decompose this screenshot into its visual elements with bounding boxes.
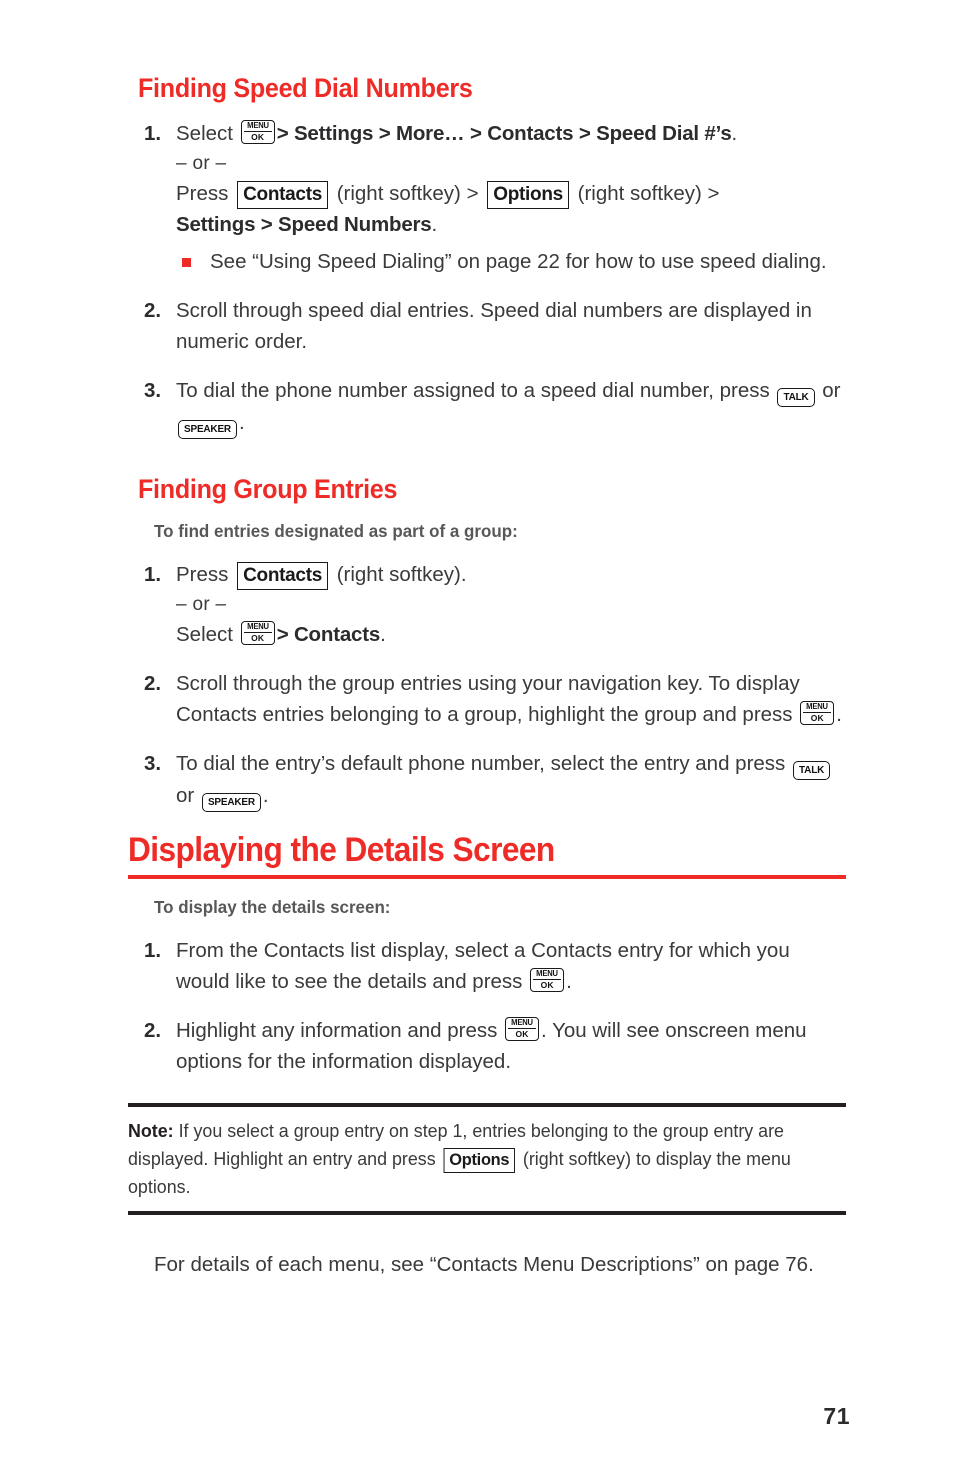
or-label: or [822,379,841,402]
step-text: Scroll through the group entries using y… [176,672,842,726]
step3-period: . [238,411,245,434]
step-item: 2. Scroll through the group entries usin… [128,668,846,730]
step-item: 3. To dial the entry’s default phone num… [128,748,846,812]
path-period: . [731,122,738,145]
menu-ok-key-icon: MENU OK [240,120,275,144]
step2-text-a: Highlight any information and press [176,1019,498,1042]
step-item: 1. From the Contacts list display, selec… [128,935,846,997]
select-label: Select [176,122,233,145]
closing-paragraph: For details of each menu, see “Contacts … [154,1253,814,1276]
path-b-period: . [431,213,438,236]
steps-list-details-screen: 1. From the Contacts list display, selec… [128,935,846,1077]
step-item: 1. Select MENU OK > Settings > More… > Con… [128,118,846,277]
section-heading-finding-group-entries: Finding Group Entries [138,474,398,504]
page-number: 71 [823,1403,850,1429]
subheading-find-group-entries: To find entries designated as part of a … [154,521,518,541]
talk-key-icon: TALK [793,761,831,780]
step1-period: . [566,970,572,993]
step2-period: . [836,703,842,726]
step-text: Press Contacts (right softkey). [176,562,467,590]
title-rule [128,875,846,879]
speaker-key-icon: SPEAKER [201,793,261,812]
menu-ok-key-icon: MENU OK [800,701,835,725]
or-label: or [176,784,195,807]
softkey-contacts[interactable]: Contacts [237,181,328,209]
step3-period: . [262,784,269,807]
step-number: 2. [144,1019,162,1042]
alt-instruction: Select MENU OK > Contacts. [176,619,846,650]
menu-ok-key-icon: MENU OK [530,968,565,992]
section-heading-finding-speed-dial-numbers: Finding Speed Dial Numbers [138,73,473,103]
step-number: 2. [144,299,162,322]
steps-list-group-entries: 1. Press Contacts (right softkey). – or … [128,559,846,812]
square-bullet-icon [182,258,191,267]
step-number: 1. [144,939,162,962]
step-item: 2. Highlight any information and press M… [128,1015,846,1077]
path-period: . [380,623,386,646]
step-text: Highlight any information and press MENU… [176,1017,807,1073]
right-softkey-note-1: (right softkey) > [336,182,479,205]
softkey-options[interactable]: Options [487,181,569,209]
sub-bullet-text: See “Using Speed Dialing” on page 22 for… [210,250,827,273]
menu-path: > Contacts [276,623,381,646]
manual-page: Finding Speed Dial Numbers 1. Select MEN… [0,0,954,1484]
note-label: Note: [128,1120,174,1141]
page-content: Finding Speed Dial Numbers 1. Select MEN… [128,72,846,1280]
step-text: From the Contacts list display, select a… [176,939,790,993]
menu-ok-key-icon: MENU OK [505,1017,540,1041]
press-label: Press [176,563,229,586]
steps-list-speed-dial: 1. Select MENU OK > Settings > More… > Con… [128,118,846,439]
step-item: 3. To dial the phone number assigned to … [128,375,846,439]
right-softkey-note: (right softkey). [336,563,467,586]
step-text: To dial the entry’s default phone number… [176,752,832,812]
step-number: 3. [144,752,162,775]
alt-instruction: Press Contacts (right softkey) > Options… [176,178,846,209]
talk-key-icon: TALK [777,388,815,407]
press-label: Press [176,182,229,205]
menu-ok-key-icon: MENU OK [240,621,275,645]
step3-text: To dial the phone number assigned to a s… [176,379,770,402]
note-block: Note: If you select a group entry on ste… [128,1103,846,1215]
step2-text: Scroll through the group entries using y… [176,672,800,726]
speaker-key-icon: SPEAKER [178,420,237,439]
or-separator: – or – [176,594,227,615]
step-number: 3. [144,379,162,402]
step-item: 1. Press Contacts (right softkey). – or … [128,559,846,650]
sub-bullet-list: See “Using Speed Dialing” on page 22 for… [176,246,846,277]
or-separator: – or – [176,153,227,174]
menu-path-b: Settings > Speed Numbers [176,213,432,236]
right-softkey-note-2: (right softkey) > [577,182,720,205]
step-text: Scroll through speed dial entries. Speed… [176,299,812,353]
step3-text: To dial the entry’s default phone number… [176,752,786,775]
step-number: 2. [144,672,162,695]
step-text: Select MENU OK > Settings > More… > Contac… [176,120,738,145]
subheading-display-details-screen: To display the details screen: [154,897,391,917]
step-text: To dial the phone number assigned to a s… [176,379,841,439]
note-rule-bottom [128,1211,846,1215]
menu-path: > Settings > More… > Contacts > Speed Di… [276,122,732,145]
step1-text: From the Contacts list display, select a… [176,939,790,993]
note-text: Note: If you select a group entry on ste… [128,1107,821,1211]
select-label: Select [176,623,233,646]
softkey-options[interactable]: Options [443,1148,516,1173]
step-number: 1. [144,122,162,145]
softkey-contacts[interactable]: Contacts [237,562,328,590]
alt-instruction-path: Settings > Speed Numbers. [176,209,846,240]
page-title: Displaying the Details Screen [128,831,555,869]
step-number: 1. [144,563,162,586]
list-item: See “Using Speed Dialing” on page 22 for… [176,246,846,277]
step-item: 2. Scroll through speed dial entries. Sp… [128,295,846,357]
